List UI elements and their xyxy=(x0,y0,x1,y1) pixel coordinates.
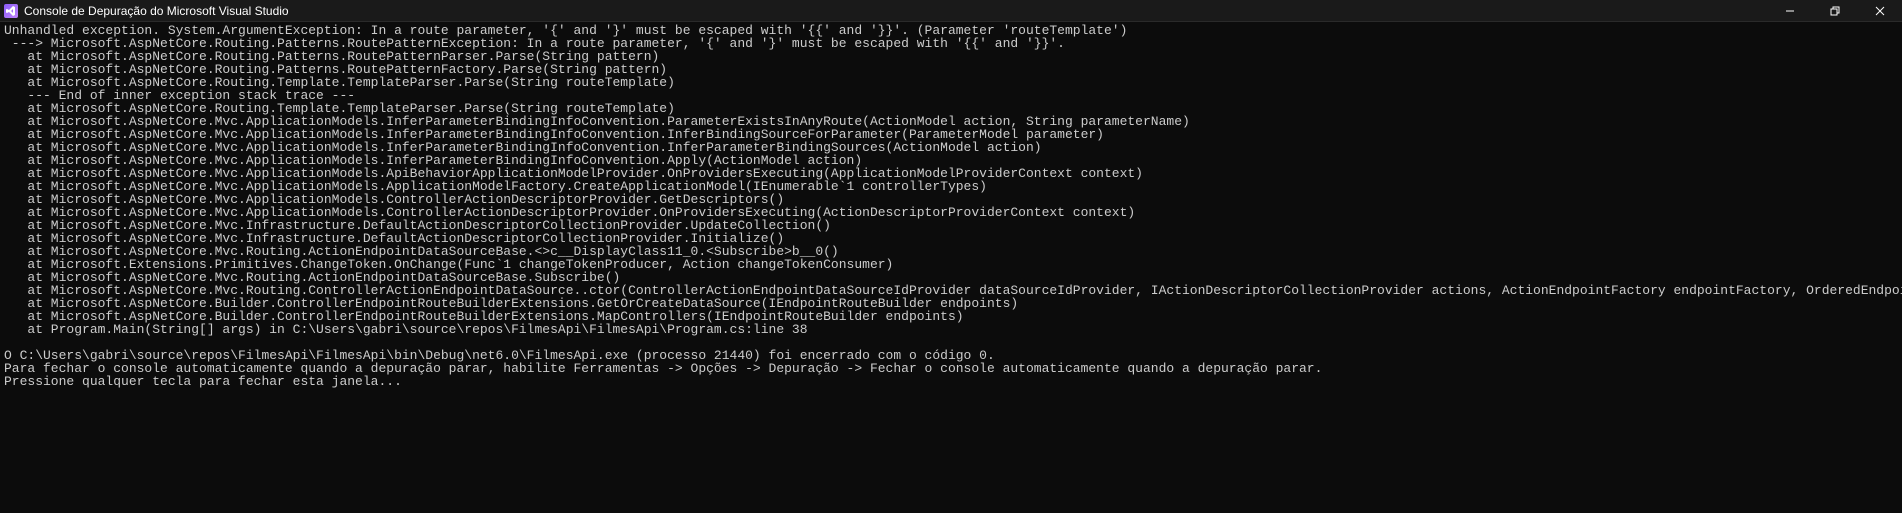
minimize-icon xyxy=(1785,6,1795,16)
minimize-button[interactable] xyxy=(1767,0,1812,21)
app-icon xyxy=(4,4,18,18)
maximize-icon xyxy=(1830,6,1840,16)
window-title: Console de Depuração do Microsoft Visual… xyxy=(24,5,289,17)
console-output[interactable]: Unhandled exception. System.ArgumentExce… xyxy=(0,22,1902,390)
vs-icon xyxy=(6,6,16,16)
console-line: at Program.Main(String[] args) in C:\Use… xyxy=(4,322,808,337)
maximize-button[interactable] xyxy=(1812,0,1857,21)
close-button[interactable] xyxy=(1857,0,1902,21)
console-line: Pressione qualquer tecla para fechar est… xyxy=(4,374,402,389)
titlebar: Console de Depuração do Microsoft Visual… xyxy=(0,0,1902,22)
window-controls xyxy=(1767,0,1902,21)
titlebar-left: Console de Depuração do Microsoft Visual… xyxy=(4,4,289,18)
close-icon xyxy=(1875,6,1885,16)
